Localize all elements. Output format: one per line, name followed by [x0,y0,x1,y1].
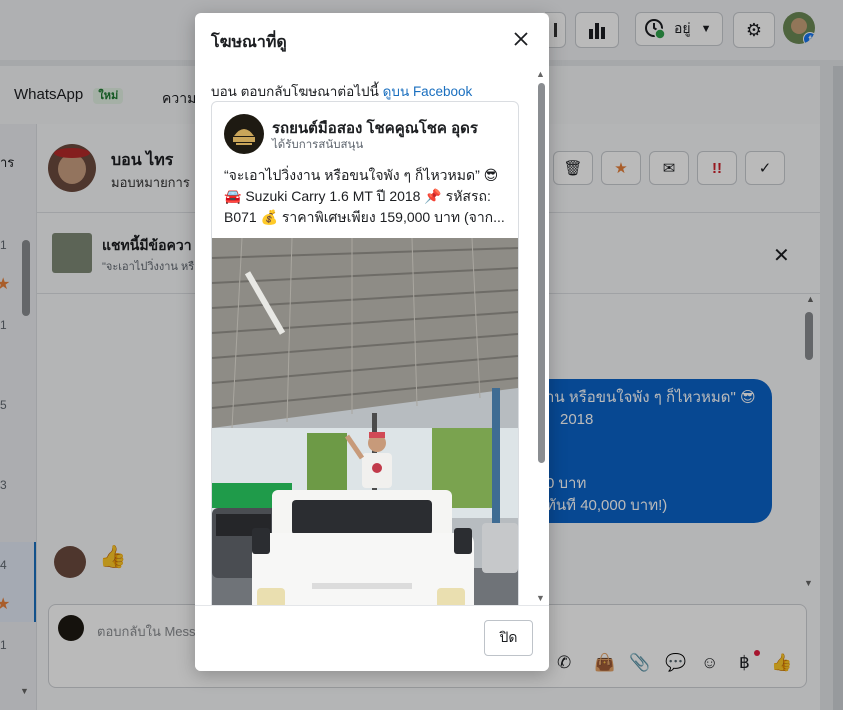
dialog-title: โฆษณาที่ดู [211,34,287,51]
close-dialog-button[interactable]: ปิด [484,620,533,656]
scroll-down-icon[interactable]: ▼ [536,593,545,603]
view-on-facebook-link[interactable]: ดูบน Facebook [383,84,473,99]
ad-text-line: “จะเอาไปวิ่งงาน หรือขนใจพัง ๆ ก็ไหวหมด” … [224,167,499,183]
page-logo-emblem [233,129,255,145]
ad-text: “จะเอาไปวิ่งงาน หรือขนใจพัง ๆ ก็ไหวหมด” … [224,165,512,228]
ad-photo-illustration [212,238,518,605]
close-button[interactable] [509,27,533,51]
ad-text-line: 🚘 Suzuki Carry 1.6 MT ปี 2018 📌 รหัสรถ: [224,188,491,204]
dialog-subtitle: บอน ตอบกลับโฆษณาต่อไปนี้ ดูบน Facebook [211,80,472,102]
dialog-body: บอน ตอบกลับโฆษณาต่อไปนี้ ดูบน Facebook ร… [195,65,549,605]
ad-card: รถยนต์มือสอง โชคคูณโชค อุดร ได้รับการสนั… [211,101,519,605]
scrollbar-thumb[interactable] [538,83,545,463]
page-logo [224,114,264,154]
close-icon [514,32,528,46]
ad-text-line: B071 💰 ราคาพิเศษเพียง 159,000 บาท (จาก..… [224,209,505,225]
scroll-up-icon[interactable]: ▲ [536,69,545,79]
viewed-ad-dialog: โฆษณาที่ดู บอน ตอบกลับโฆษณาต่อไปนี้ ดูบน… [195,13,549,671]
dialog-footer: ปิด [195,605,549,671]
subtitle-text: บอน ตอบกลับโฆษณาต่อไปนี้ [211,84,379,99]
sponsored-label: ได้รับการสนับสนุน [272,139,364,151]
ad-image [212,238,518,605]
dialog-scrollbar[interactable]: ▲ ▼ [536,69,546,605]
